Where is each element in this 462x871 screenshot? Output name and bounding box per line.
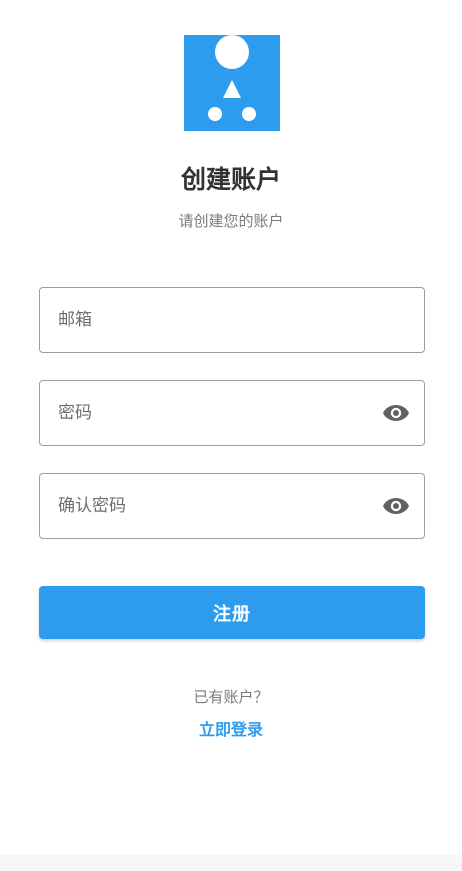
page-title: 创建账户 bbox=[180, 165, 281, 194]
confirm-password-field-container bbox=[39, 473, 425, 539]
eye-icon[interactable] bbox=[382, 494, 410, 518]
bottom-bar bbox=[0, 855, 462, 871]
password-field-container bbox=[39, 380, 425, 446]
login-link[interactable]: 立即登录 bbox=[199, 720, 263, 739]
password-field[interactable] bbox=[58, 381, 378, 445]
have-account-prompt: 已有账户？ bbox=[193, 688, 269, 706]
email-field[interactable] bbox=[58, 288, 378, 352]
app-logo-icon bbox=[184, 35, 280, 131]
register-button[interactable]: 注册 bbox=[39, 586, 425, 639]
email-field-container bbox=[39, 287, 425, 353]
login-link-container: 立即登录 bbox=[0, 719, 462, 741]
eye-icon[interactable] bbox=[382, 401, 410, 425]
confirm-password-field[interactable] bbox=[58, 474, 378, 538]
register-page: 创建账户 请创建您的账户 注册 已有账户？ 立即登录 bbox=[0, 0, 462, 871]
page-subtitle: 请创建您的账户 bbox=[178, 212, 284, 230]
